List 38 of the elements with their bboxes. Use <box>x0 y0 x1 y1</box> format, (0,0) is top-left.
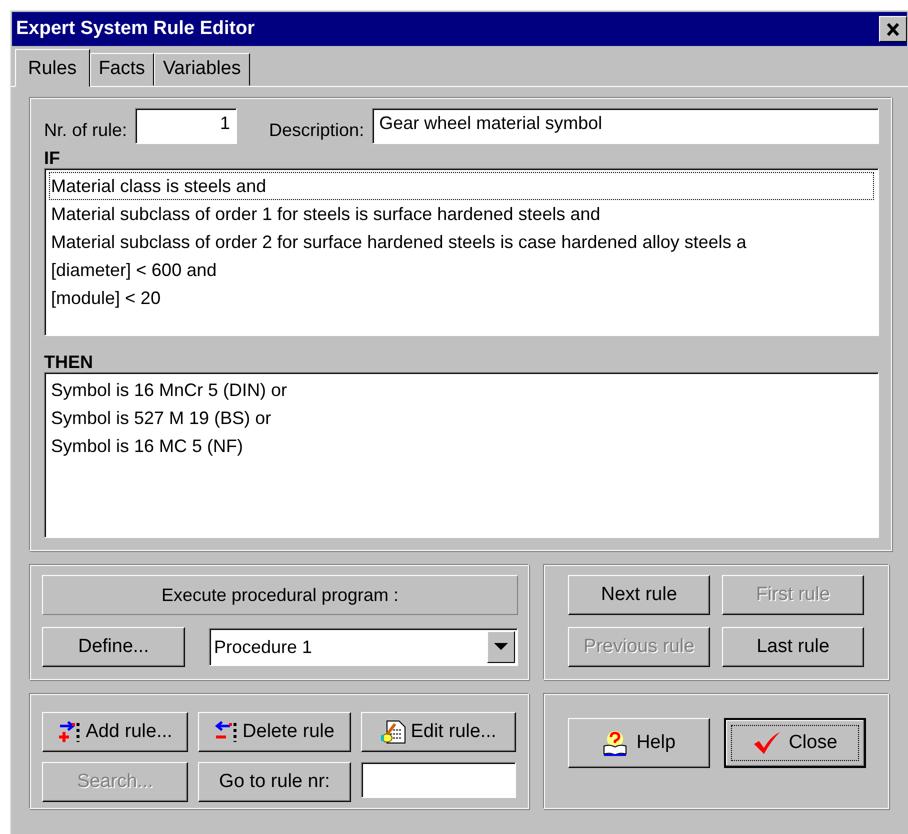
conclusion-list[interactable]: Symbol is 16 MnCr 5 (DIN) or Symbol is 527 M 19 (BS) or Symbol is 16 MC 5 (NF) <box>44 372 879 538</box>
condition-line[interactable]: [module] < 20 <box>49 284 874 312</box>
rule-number-input[interactable] <box>361 762 516 798</box>
if-label: IF <box>44 148 61 168</box>
procedure-header: Execute procedural program : <box>42 575 518 615</box>
remove-arrow-icon <box>214 721 239 743</box>
rule-button[interactable]: Delete rule <box>198 712 351 752</box>
then-label: THEN <box>44 352 94 372</box>
conclusion-line[interactable]: Symbol is 16 MC 5 (NF) <box>49 432 874 460</box>
help-book-icon <box>602 730 628 756</box>
condition-line[interactable]: [diameter] < 600 and <box>49 256 874 284</box>
navigation-button[interactable]: Next rule <box>568 575 710 615</box>
rule-number-label: Nr. of rule: <box>44 118 128 140</box>
description-field[interactable]: Gear wheel material symbol <box>372 108 879 144</box>
condition-line[interactable]: Material subclass of order 1 for steels is surface hardened steels and <box>49 200 874 228</box>
description-label: Description: <box>269 118 364 140</box>
tab[interactable]: Variables <box>154 53 250 86</box>
check-icon <box>752 731 781 755</box>
dialog-button[interactable]: Close <box>724 718 866 768</box>
conclusion-line[interactable]: Symbol is 16 MnCr 5 (DIN) or <box>49 376 874 404</box>
navigation-button[interactable]: Last rule <box>722 627 864 667</box>
condition-line[interactable]: Material subclass of order 2 for surface hardened steels is case hardened alloy steels a <box>49 228 874 256</box>
procedure-dropdown[interactable]: Procedure 1 <box>209 628 518 666</box>
define-button[interactable]: Define... <box>42 627 185 667</box>
add-arrow-icon <box>58 721 82 743</box>
close-button[interactable] <box>879 16 907 42</box>
tab[interactable]: Facts <box>90 53 154 86</box>
condition-list[interactable] <box>44 168 879 336</box>
document-pencil-icon <box>380 720 407 744</box>
rule-button[interactable]: Go to rule nr: <box>198 762 351 802</box>
dialog-button[interactable]: Help <box>568 718 710 768</box>
window-title: Expert System Rule Editor <box>16 18 255 40</box>
tab[interactable]: Rules <box>15 49 90 87</box>
rule-number-field[interactable]: 1 <box>135 108 238 144</box>
rule-button[interactable]: Edit rule... <box>361 712 516 752</box>
conclusion-line[interactable]: Symbol is 527 M 19 (BS) or <box>49 404 874 432</box>
close-icon <box>886 22 900 36</box>
rule-button[interactable]: Add rule... <box>42 712 188 752</box>
